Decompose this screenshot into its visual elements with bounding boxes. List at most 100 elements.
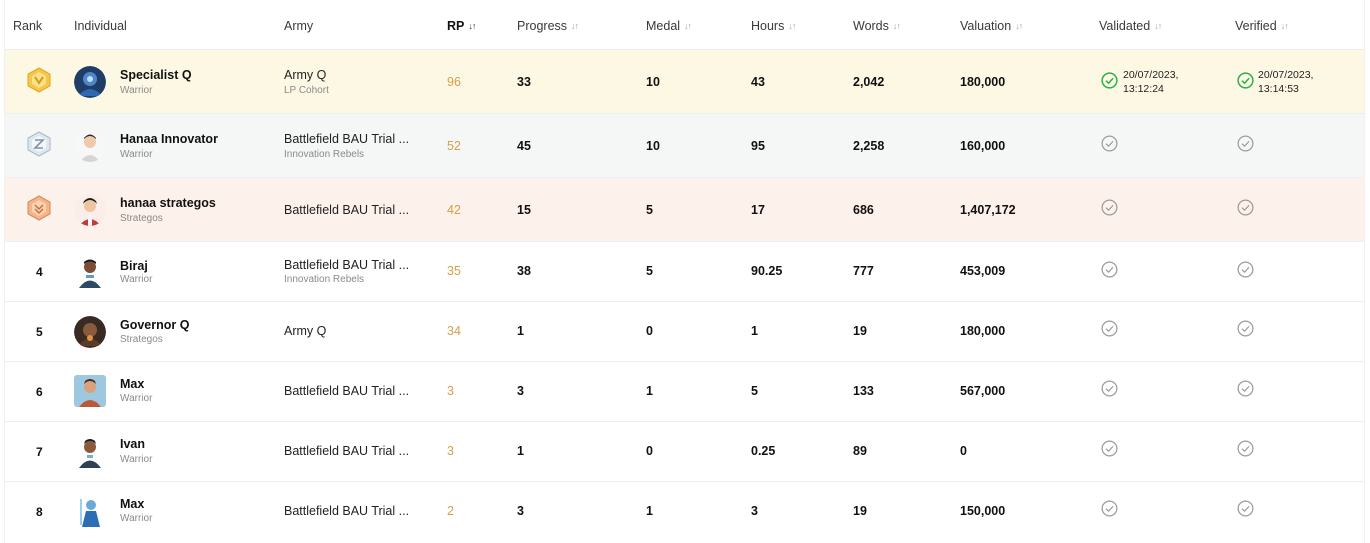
individual-name[interactable]: Hanaa Innovator bbox=[120, 132, 218, 146]
column-words[interactable]: Words ↓↑ bbox=[853, 19, 901, 33]
sort-icon[interactable]: ↓↑ bbox=[468, 21, 476, 31]
words-value: 19 bbox=[853, 324, 867, 338]
medal-value: 1 bbox=[646, 504, 653, 518]
individual-name[interactable]: Ivan bbox=[120, 437, 145, 451]
words-value: 133 bbox=[853, 384, 874, 398]
medal-value: 5 bbox=[646, 203, 653, 217]
individual-role: Warrior bbox=[120, 274, 153, 285]
verified-check-icon[interactable] bbox=[1237, 380, 1254, 397]
army-subgroup: Innovation Rebels bbox=[284, 274, 365, 285]
verified-check-icon[interactable] bbox=[1237, 199, 1254, 216]
avatar bbox=[74, 495, 106, 527]
column-medal[interactable]: Medal ↓↑ bbox=[646, 19, 692, 33]
valuation-value: 567,000 bbox=[960, 384, 1006, 398]
valuation-value: 160,000 bbox=[960, 139, 1006, 153]
rank-number: 4 bbox=[36, 265, 43, 279]
table-header: Rank Individual Army RP ↓↑ Progress ↓↑ Med… bbox=[5, 0, 1364, 50]
table-row[interactable]: 5 Governor Q Strategos Army Q 34 1 0 1 1… bbox=[5, 302, 1364, 362]
rp-value: 35 bbox=[447, 264, 461, 278]
hours-value: 95 bbox=[751, 139, 765, 153]
individual-name[interactable]: Biraj bbox=[120, 259, 148, 273]
column-rp[interactable]: RP ↓↑ bbox=[447, 19, 476, 33]
validated-date-line: 20/07/2023, bbox=[1123, 69, 1179, 81]
sort-icon[interactable]: ↓↑ bbox=[893, 21, 901, 31]
individual-name[interactable]: Specialist Q bbox=[120, 68, 192, 82]
verified-check-icon[interactable] bbox=[1237, 72, 1254, 89]
rp-value: 3 bbox=[447, 444, 454, 458]
army-subgroup: LP Cohort bbox=[284, 85, 329, 96]
medal-value: 1 bbox=[646, 384, 653, 398]
sort-icon[interactable]: ↓↑ bbox=[1281, 21, 1289, 31]
words-value: 19 bbox=[853, 504, 867, 518]
sort-icon[interactable]: ↓↑ bbox=[1154, 21, 1162, 31]
validated-date: 20/07/2023, 13:12:24 bbox=[1123, 68, 1178, 96]
verified-check-icon[interactable] bbox=[1237, 500, 1254, 517]
rank-number: 8 bbox=[36, 505, 43, 519]
individual-name[interactable]: hanaa strategos bbox=[120, 196, 216, 210]
gold-rank-badge-icon bbox=[27, 67, 51, 93]
progress-value: 33 bbox=[517, 75, 531, 89]
column-individual: Individual bbox=[74, 19, 127, 33]
rp-value: 96 bbox=[447, 75, 461, 89]
validated-check-icon[interactable] bbox=[1101, 261, 1118, 278]
column-validated[interactable]: Validated ↓↑ bbox=[1099, 19, 1162, 33]
table-row[interactable]: Hanaa Innovator Warrior Battlefield BAU … bbox=[5, 114, 1364, 178]
column-verified[interactable]: Verified ↓↑ bbox=[1235, 19, 1289, 33]
progress-value: 3 bbox=[517, 504, 524, 518]
validated-check-icon[interactable] bbox=[1101, 380, 1118, 397]
army-name: Battlefield BAU Trial ... bbox=[284, 384, 410, 398]
table-row[interactable]: 8 Max Warrior Battlefield BAU Trial ... … bbox=[5, 482, 1364, 543]
sort-icon[interactable]: ↓↑ bbox=[1015, 21, 1023, 31]
column-valuation[interactable]: Valuation ↓↑ bbox=[960, 19, 1023, 33]
verified-check-icon[interactable] bbox=[1237, 320, 1254, 337]
army-name: Army Q bbox=[284, 68, 327, 82]
individual-role: Strategos bbox=[120, 334, 163, 345]
verified-check-icon[interactable] bbox=[1237, 261, 1254, 278]
validated-check-icon[interactable] bbox=[1101, 320, 1118, 337]
individual-name[interactable]: Max bbox=[120, 497, 144, 511]
medal-value: 0 bbox=[646, 324, 653, 338]
table-row[interactable]: 6 Max Warrior Battlefield BAU Trial ... … bbox=[5, 362, 1364, 422]
table-row[interactable]: hanaa strategos Strategos Battlefield BA… bbox=[5, 178, 1364, 242]
army-name: Battlefield BAU Trial ... bbox=[284, 444, 410, 458]
validated-check-icon[interactable] bbox=[1101, 500, 1118, 517]
table-row[interactable]: Specialist Q Warrior Army Q LP Cohort 96… bbox=[5, 50, 1364, 114]
progress-value: 45 bbox=[517, 139, 531, 153]
verified-check-icon[interactable] bbox=[1237, 135, 1254, 152]
progress-value: 1 bbox=[517, 444, 524, 458]
validated-check-icon[interactable] bbox=[1101, 199, 1118, 216]
validated-check-icon[interactable] bbox=[1101, 72, 1118, 89]
column-progress[interactable]: Progress ↓↑ bbox=[517, 19, 579, 33]
army-name: Battlefield BAU Trial ... bbox=[284, 504, 410, 518]
hours-value: 3 bbox=[751, 504, 758, 518]
individual-name[interactable]: Governor Q bbox=[120, 318, 189, 332]
sort-icon[interactable]: ↓↑ bbox=[571, 21, 579, 31]
hours-value: 90.25 bbox=[751, 264, 783, 278]
column-hours[interactable]: Hours ↓↑ bbox=[751, 19, 796, 33]
individual-name[interactable]: Max bbox=[120, 377, 144, 391]
column-validated-label: Validated bbox=[1099, 19, 1151, 33]
hours-value: 5 bbox=[751, 384, 758, 398]
column-rp-label: RP bbox=[447, 19, 465, 33]
progress-value: 38 bbox=[517, 264, 531, 278]
table-row[interactable]: 7 Ivan Warrior Battlefield BAU Trial ...… bbox=[5, 422, 1364, 482]
table-row[interactable]: 4 Biraj Warrior Battlefield BAU Trial ..… bbox=[5, 242, 1364, 302]
validated-check-icon[interactable] bbox=[1101, 440, 1118, 457]
rp-value: 2 bbox=[447, 504, 454, 518]
valuation-value: 150,000 bbox=[960, 504, 1006, 518]
verified-check-icon[interactable] bbox=[1237, 440, 1254, 457]
hours-value: 0.25 bbox=[751, 444, 776, 458]
sort-icon[interactable]: ↓↑ bbox=[788, 21, 796, 31]
individual-role: Warrior bbox=[120, 85, 153, 96]
sort-icon[interactable]: ↓↑ bbox=[684, 21, 692, 31]
avatar bbox=[74, 130, 106, 162]
avatar bbox=[74, 194, 106, 226]
avatar bbox=[74, 316, 106, 348]
validated-check-icon[interactable] bbox=[1101, 135, 1118, 152]
column-rank-label: Rank bbox=[13, 19, 43, 33]
army-name: Battlefield BAU Trial ... bbox=[284, 258, 410, 272]
medal-value: 0 bbox=[646, 444, 653, 458]
medal-value: 5 bbox=[646, 264, 653, 278]
medal-value: 10 bbox=[646, 139, 660, 153]
progress-value: 3 bbox=[517, 384, 524, 398]
